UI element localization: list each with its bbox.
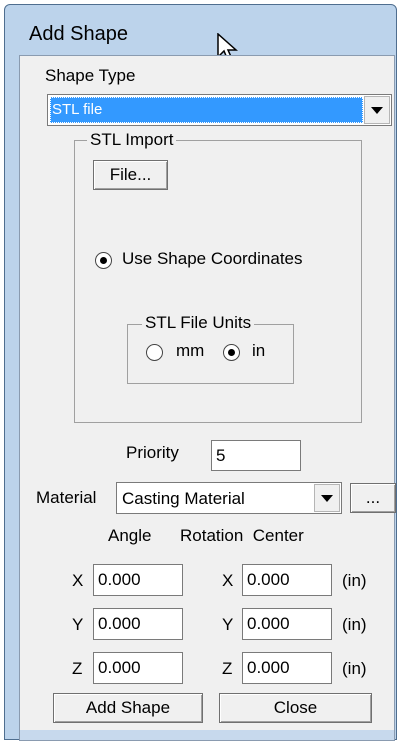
- dialog-bottom-edge: [20, 730, 394, 740]
- center-x-input[interactable]: 0.000: [242, 564, 332, 596]
- priority-label: Priority: [126, 443, 179, 462]
- center-y-input[interactable]: 0.000: [242, 608, 332, 640]
- shape-type-label: Shape Type: [45, 66, 136, 85]
- unit-in-label: in: [252, 341, 266, 360]
- angle-header: Angle: [108, 526, 152, 545]
- angle-y-input[interactable]: 0.000: [93, 608, 183, 640]
- material-label: Material: [36, 488, 97, 507]
- dialog-frame: Add Shape Shape Type STL file STL Import…: [4, 4, 397, 741]
- material-dropdown-button[interactable]: [314, 484, 340, 512]
- use-shape-coordinates-radio[interactable]: [95, 252, 112, 269]
- material-browse-button[interactable]: ...: [350, 483, 396, 513]
- shape-type-selected: STL file: [50, 97, 363, 123]
- use-shape-coordinates-label: Use Shape Coordinates: [122, 249, 303, 268]
- close-button[interactable]: Close: [219, 693, 372, 723]
- angle-z-input[interactable]: 0.000: [93, 652, 183, 684]
- material-dropdown[interactable]: Casting Material: [116, 482, 342, 514]
- shape-type-dropdown[interactable]: STL file: [47, 94, 392, 126]
- center-z-unit: (in): [342, 659, 367, 678]
- chevron-down-icon: [321, 494, 333, 502]
- unit-mm-label: mm: [176, 341, 205, 360]
- shape-type-dropdown-button[interactable]: [364, 96, 390, 124]
- file-button[interactable]: File...: [93, 160, 168, 190]
- center-y-label: Y: [222, 615, 234, 634]
- center-y-unit: (in): [342, 615, 367, 634]
- priority-input[interactable]: 5: [211, 440, 301, 471]
- angle-x-input[interactable]: 0.000: [93, 564, 183, 596]
- rotation-center-header: Rotation Center: [180, 526, 304, 545]
- center-x-label: X: [222, 571, 234, 590]
- stl-import-group-label: STL Import: [87, 130, 177, 150]
- dialog-client-area: Shape Type STL file STL Import File... U…: [19, 55, 396, 741]
- center-z-label: Z: [222, 659, 233, 678]
- material-selected: Casting Material: [122, 489, 245, 508]
- unit-in-radio[interactable]: [223, 344, 240, 361]
- center-x-unit: (in): [342, 571, 367, 590]
- stl-file-units-label: STL File Units: [142, 313, 255, 333]
- angle-y-label: Y: [72, 615, 84, 634]
- angle-x-label: X: [72, 571, 84, 590]
- window-title: Add Shape: [29, 23, 128, 45]
- center-z-input[interactable]: 0.000: [242, 652, 332, 684]
- add-shape-button[interactable]: Add Shape: [53, 693, 203, 723]
- angle-z-label: Z: [72, 659, 83, 678]
- chevron-down-icon: [371, 106, 383, 114]
- unit-mm-radio[interactable]: [146, 344, 163, 361]
